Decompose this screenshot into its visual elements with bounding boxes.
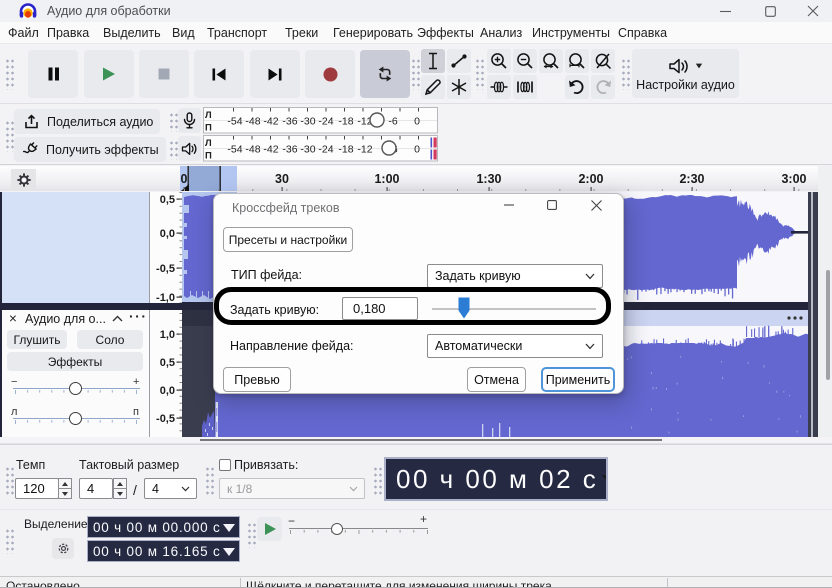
svg-text:2:30: 2:30 (679, 172, 704, 186)
svg-text:-1,0: -1,0 (156, 292, 175, 303)
svg-text:0: 0 (414, 144, 420, 156)
svg-text:-18: -18 (338, 116, 353, 128)
svg-text:-6: -6 (388, 116, 397, 128)
svg-text:-42: -42 (263, 116, 278, 128)
svg-text:П: П (205, 123, 212, 134)
svg-text:-54: -54 (227, 116, 242, 128)
svg-text:-24: -24 (318, 116, 333, 128)
svg-text:1:30: 1:30 (476, 172, 501, 186)
svg-text:П: П (205, 151, 212, 162)
svg-text:-24: -24 (318, 144, 333, 156)
svg-text:0,0: 0,0 (160, 385, 175, 397)
svg-text:1:00: 1:00 (374, 172, 399, 186)
svg-text:0: 0 (181, 172, 188, 186)
svg-text:0: 0 (414, 116, 420, 128)
svg-text:-0,5: -0,5 (156, 413, 175, 425)
svg-text:0,5: 0,5 (160, 194, 175, 206)
svg-text:-0,5: -0,5 (156, 263, 175, 275)
svg-text:-12: -12 (357, 144, 372, 156)
svg-text:-30: -30 (300, 144, 315, 156)
svg-text:1,0: 1,0 (160, 329, 175, 341)
svg-text:-36: -36 (282, 144, 297, 156)
svg-text:30: 30 (275, 172, 289, 186)
svg-text:2:00: 2:00 (578, 172, 603, 186)
svg-text:3:00: 3:00 (781, 172, 806, 186)
svg-text:-18: -18 (338, 144, 353, 156)
svg-text:-54: -54 (227, 144, 242, 156)
svg-text:-42: -42 (263, 144, 278, 156)
svg-text:0,0: 0,0 (160, 228, 175, 240)
svg-text:Л: Л (205, 110, 212, 121)
svg-text:-30: -30 (300, 116, 315, 128)
svg-text:-48: -48 (245, 144, 260, 156)
svg-text:0,5: 0,5 (160, 357, 175, 369)
svg-text:-36: -36 (282, 116, 297, 128)
svg-text:Л: Л (205, 138, 212, 149)
svg-text:-48: -48 (245, 116, 260, 128)
